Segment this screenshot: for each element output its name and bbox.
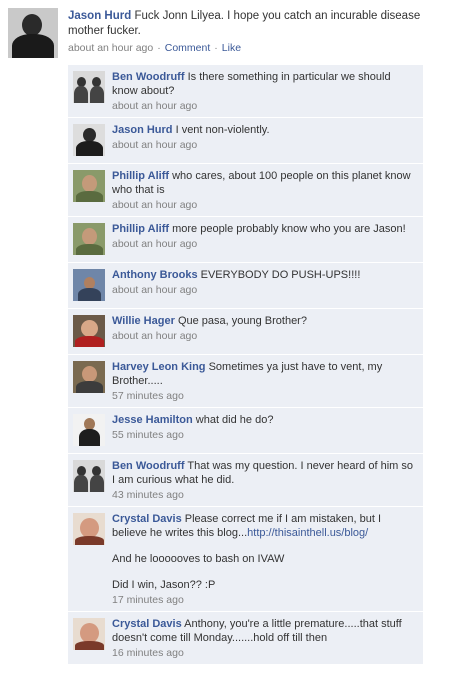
comment-text: Anthony Brooks EVERYBODY DO PUSH-UPS!!!! (112, 268, 417, 282)
separator: · (214, 42, 218, 54)
comment-text: Harvey Leon King Sometimes ya just have … (112, 360, 417, 388)
comment-item: Phillip Aliff who cares, about 100 peopl… (68, 164, 423, 217)
commenter-avatar[interactable] (73, 223, 105, 255)
commenter-name-link[interactable]: Jesse Hamilton (112, 414, 193, 426)
comment-body: EVERYBODY DO PUSH-UPS!!!! (200, 269, 361, 281)
commenter-name-link[interactable]: Crystal Davis (112, 618, 182, 630)
commenter-name-link[interactable]: Willie Hager (112, 315, 175, 327)
story-body: Jason Hurd Fuck Jonn Lilyea. I hope you … (68, 9, 438, 55)
commenter-avatar[interactable] (73, 513, 105, 545)
comment-timestamp: 57 minutes ago (112, 390, 184, 402)
comment-timestamp: 17 minutes ago (112, 594, 184, 606)
commenter-avatar[interactable] (73, 460, 105, 492)
comment-item: Willie Hager Que pasa, young Brother? ab… (68, 309, 423, 355)
comment-timestamp: 55 minutes ago (112, 429, 184, 441)
comment-link[interactable]: Comment (165, 42, 211, 54)
comment-list: Ben Woodruff Is there something in parti… (68, 65, 423, 664)
comment-paragraph: And he loooooves to bash on IVAW (112, 553, 285, 565)
comment-body: what did he do? (195, 414, 274, 426)
comment-timestamp: 43 minutes ago (112, 489, 184, 501)
comment-item: Ben Woodruff That was my question. I nev… (68, 454, 423, 507)
author-avatar[interactable] (8, 8, 58, 58)
comment-body: more people probably know who you are Ja… (172, 223, 406, 235)
comment-timestamp: about an hour ago (112, 330, 198, 342)
commenter-avatar[interactable] (73, 170, 105, 202)
comment-timestamp: about an hour ago (112, 139, 198, 151)
commenter-name-link[interactable]: Phillip Aliff (112, 223, 169, 235)
comment-item: Ben Woodruff Is there something in parti… (68, 65, 423, 118)
commenter-avatar[interactable] (73, 315, 105, 347)
comment-timestamp: about an hour ago (112, 199, 198, 211)
comment-text: Crystal Davis Please correct me if I am … (112, 512, 417, 592)
like-link[interactable]: Like (222, 42, 241, 54)
comment-timestamp: 16 minutes ago (112, 647, 184, 659)
author-name-link[interactable]: Jason Hurd (68, 10, 131, 22)
comment-text: Phillip Aliff who cares, about 100 peopl… (112, 169, 417, 197)
commenter-avatar[interactable] (73, 71, 105, 103)
comment-paragraph: Did I win, Jason?? :P (112, 579, 216, 591)
commenter-name-link[interactable]: Crystal Davis (112, 513, 182, 525)
comment-item: Jesse Hamilton what did he do? 55 minute… (68, 408, 423, 454)
comment-text: Crystal Davis Anthony, you're a little p… (112, 617, 417, 645)
commenter-name-link[interactable]: Harvey Leon King (112, 361, 206, 373)
commenter-avatar[interactable] (73, 618, 105, 650)
feed-story: Jason Hurd Fuck Jonn Lilyea. I hope you … (0, 0, 455, 674)
story-actions: about an hour ago · Comment · Like (68, 41, 438, 55)
comment-text: Willie Hager Que pasa, young Brother? (112, 314, 417, 328)
comment-item: Crystal Davis Please correct me if I am … (68, 507, 423, 612)
comment-item: Anthony Brooks EVERYBODY DO PUSH-UPS!!!!… (68, 263, 423, 309)
comment-item: Harvey Leon King Sometimes ya just have … (68, 355, 423, 408)
comment-text: Ben Woodruff That was my question. I nev… (112, 459, 417, 487)
blog-link[interactable]: http://thisainthell.us/blog/ (247, 527, 368, 539)
story-timestamp: about an hour ago (68, 42, 154, 54)
comment-timestamp: about an hour ago (112, 284, 198, 296)
comment-item: Phillip Aliff more people probably know … (68, 217, 423, 263)
comment-item: Crystal Davis Anthony, you're a little p… (68, 612, 423, 664)
comment-timestamp: about an hour ago (112, 100, 198, 112)
commenter-name-link[interactable]: Ben Woodruff (112, 460, 185, 472)
comment-text: Jesse Hamilton what did he do? (112, 413, 417, 427)
story-message: Jason Hurd Fuck Jonn Lilyea. I hope you … (68, 9, 438, 39)
commenter-name-link[interactable]: Phillip Aliff (112, 170, 169, 182)
comment-body: Que pasa, young Brother? (177, 315, 307, 327)
commenter-avatar[interactable] (73, 124, 105, 156)
comment-text: Phillip Aliff more people probably know … (112, 222, 417, 236)
commenter-avatar[interactable] (73, 361, 105, 393)
comment-body: I vent non-violently. (175, 124, 270, 136)
commenter-name-link[interactable]: Anthony Brooks (112, 269, 198, 281)
comment-text: Ben Woodruff Is there something in parti… (112, 70, 417, 98)
commenter-name-link[interactable]: Jason Hurd (112, 124, 173, 136)
separator: · (157, 42, 161, 54)
comment-text: Jason Hurd I vent non-violently. (112, 123, 417, 137)
commenter-name-link[interactable]: Ben Woodruff (112, 71, 185, 83)
comment-timestamp: about an hour ago (112, 238, 198, 250)
commenter-avatar[interactable] (73, 269, 105, 301)
comment-item: Jason Hurd I vent non-violently. about a… (68, 118, 423, 164)
commenter-avatar[interactable] (73, 414, 105, 446)
